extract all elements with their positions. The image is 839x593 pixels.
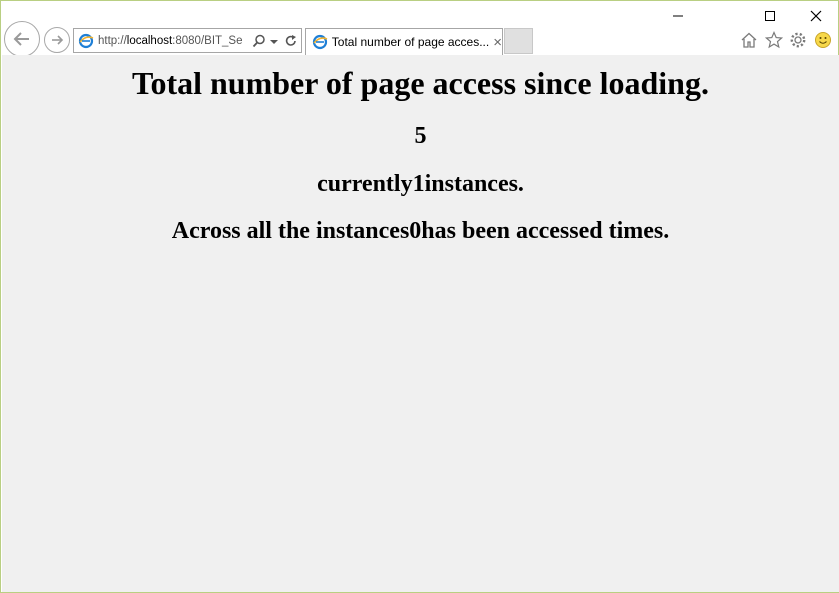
page-content: Total number of page access since loadin… [2,55,839,592]
browser-window: http://localhost:8080/BIT_Se Total numbe… [0,0,839,593]
access-count: 5 [414,123,427,149]
maximize-icon [765,11,775,21]
across-instances-text: Across all the instances0has been access… [171,218,670,244]
url-scheme: http:// [98,34,127,47]
back-arrow-icon [13,32,29,46]
settings-gear-icon[interactable] [789,31,807,49]
close-icon [810,10,822,22]
maximize-button[interactable] [747,1,793,31]
ie-tab-icon [312,34,328,50]
ie-page-icon [78,33,94,48]
page-heading: Total number of page access since loadin… [132,65,709,101]
address-url[interactable]: http://localhost:8080/BIT_Se [98,35,248,47]
tab-title: Total number of page acces... [331,35,490,49]
minimize-button[interactable] [655,1,701,31]
refresh-icon[interactable] [284,34,298,48]
dropdown-arrow-icon[interactable] [269,34,279,48]
forward-button[interactable] [44,27,70,53]
tab-active[interactable]: Total number of page acces... × [305,28,503,55]
favorites-star-icon[interactable] [765,31,783,49]
feedback-smiley-icon[interactable] [814,31,832,49]
address-bar[interactable]: http://localhost:8080/BIT_Se [73,28,302,53]
instances-text: currently1instances. [317,171,524,197]
forward-arrow-icon [52,35,64,45]
close-window-button[interactable] [793,1,839,31]
home-icon[interactable] [740,31,758,49]
url-host: localhost [126,34,173,47]
url-path: :8080/BIT_Se [172,34,243,47]
back-button[interactable] [4,21,40,57]
tab-close-button[interactable]: × [493,34,502,51]
search-icon[interactable] [252,34,266,48]
title-bar: http://localhost:8080/BIT_Se Total numbe… [1,1,839,57]
minimize-icon [673,15,683,17]
new-tab-button[interactable] [504,28,533,54]
